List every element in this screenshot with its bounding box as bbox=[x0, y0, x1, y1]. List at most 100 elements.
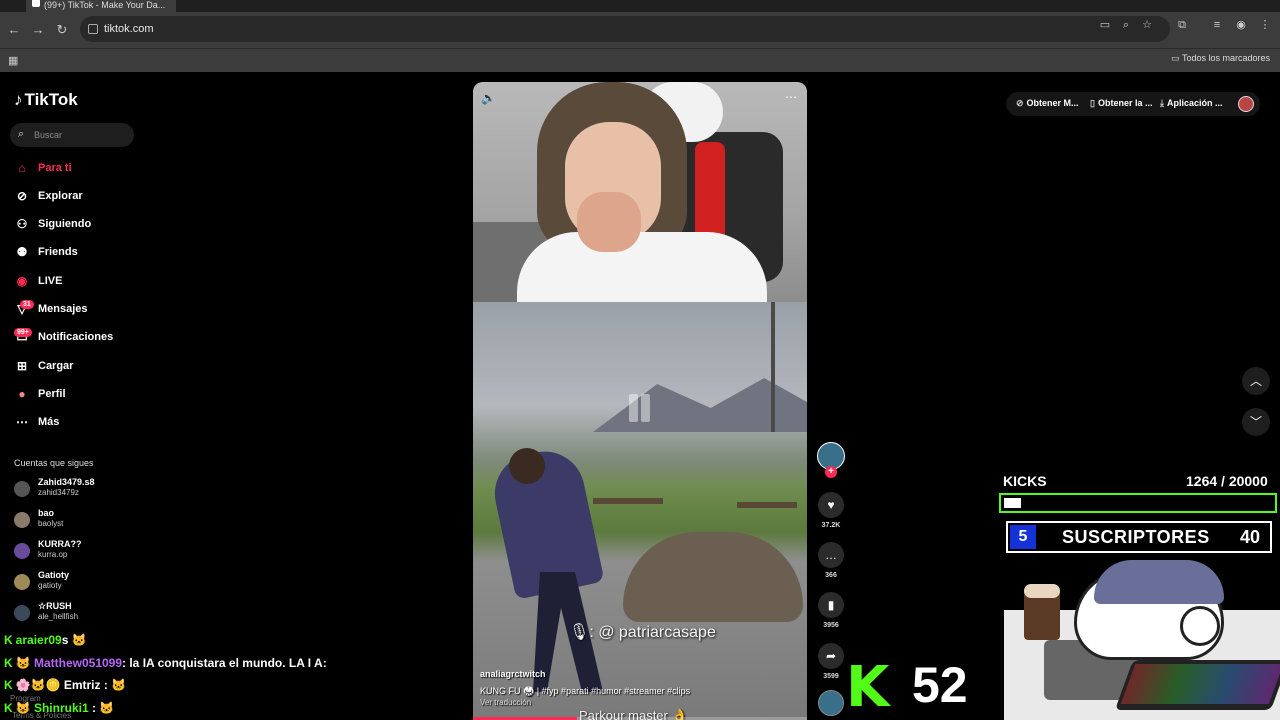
sidebar-item-live[interactable]: ◉ LIVE bbox=[14, 273, 144, 291]
comment-icon[interactable]: … bbox=[818, 542, 844, 568]
avatar bbox=[14, 512, 30, 528]
zoom-icon[interactable]: ⌕ bbox=[1119, 18, 1133, 32]
nav-label: Mensajes bbox=[38, 303, 88, 315]
following-accounts-title: Cuentas que sigues bbox=[14, 458, 94, 468]
user-avatar[interactable] bbox=[1238, 96, 1254, 112]
pole bbox=[771, 302, 775, 432]
chat-message: K 😺 Shinruki1 : 🐱 bbox=[4, 701, 114, 715]
reload-icon[interactable]: ↻ bbox=[54, 22, 70, 38]
apps-grid-icon[interactable]: ▦ bbox=[8, 54, 18, 67]
live-icon: ◉ bbox=[16, 274, 28, 288]
more-options-icon[interactable]: ⋯ bbox=[785, 90, 797, 104]
nav-label: LIVE bbox=[38, 275, 63, 287]
sidebar-item-perfil[interactable]: ● Perfil bbox=[14, 386, 144, 404]
bookmark-icon[interactable]: ▮ bbox=[818, 592, 844, 618]
bookmark-star-icon[interactable]: ☆ bbox=[1140, 18, 1154, 32]
music-disc-avatar[interactable] bbox=[818, 690, 844, 716]
forward-icon[interactable]: → bbox=[30, 22, 46, 38]
sidebar-item-siguiendo[interactable]: ⚇ Siguiendo bbox=[14, 216, 144, 234]
kicks-goal-bar bbox=[999, 493, 1277, 513]
subscribers-goal-value: 40 bbox=[1239, 527, 1260, 547]
nav-label: Notificaciones bbox=[38, 331, 114, 343]
search-placeholder: Buscar bbox=[34, 130, 63, 140]
pill-label: Obtener M... bbox=[1026, 98, 1079, 108]
sidebar-item-explorar[interactable]: ⊘ Explorar bbox=[14, 188, 144, 206]
mic-icon: 🎙 bbox=[569, 624, 590, 641]
video-caption: KUNG FU 🥋 | #fyp #parati #humor #streame… bbox=[480, 686, 691, 696]
install-icon[interactable]: ▭ bbox=[1098, 18, 1112, 32]
followed-account[interactable]: KURRA?? kurra.op bbox=[14, 539, 144, 565]
all-bookmarks-label: Todos los marcadores bbox=[1181, 53, 1270, 63]
extensions-icon[interactable]: ⧉ bbox=[1175, 18, 1189, 32]
chevron-up-icon: ︿ bbox=[1249, 374, 1262, 388]
followed-account[interactable]: bao baolyst bbox=[14, 508, 144, 534]
account-name: ☆RUSH bbox=[38, 601, 72, 611]
media-icon[interactable]: ≡ bbox=[1210, 18, 1224, 32]
url-text[interactable]: tiktok.com bbox=[104, 23, 154, 35]
pause-icon[interactable] bbox=[619, 388, 659, 428]
browser-toolbar: ← → ↻ tiktok.com bbox=[0, 12, 1280, 48]
kick-badge-icon: K bbox=[4, 656, 13, 670]
volume-icon[interactable]: 🔈 bbox=[481, 91, 496, 105]
share-icon[interactable]: ➦ bbox=[818, 643, 844, 669]
followed-account[interactable]: Gatioty gatioty bbox=[14, 570, 144, 596]
next-video-button[interactable]: ﹀ bbox=[1242, 408, 1270, 436]
chat-user: araier09 bbox=[15, 633, 62, 647]
viewer-count: 52 bbox=[912, 657, 968, 713]
account-handle: kurra.op bbox=[38, 550, 68, 559]
kicks-label: KICKS bbox=[1003, 473, 1047, 489]
browser-tab-bar: (99+) TikTok - Make Your Da... bbox=[0, 0, 1280, 12]
sidebar-item-mas[interactable]: ⋯ Más bbox=[14, 414, 144, 432]
logo-text: TikTok bbox=[24, 90, 78, 109]
desktop-app-button[interactable]: ⤓ Aplicación ... bbox=[1160, 98, 1223, 109]
menu-icon[interactable]: ⋮ bbox=[1258, 18, 1272, 32]
follow-plus-icon[interactable]: + bbox=[825, 466, 837, 478]
sidebar-item-friends[interactable]: ⚉ Friends bbox=[14, 244, 144, 262]
comment-count: 366 bbox=[825, 572, 837, 579]
like-action[interactable]: ♥ 37.2K bbox=[818, 492, 844, 529]
overlay-tag-text: : @ patriarcasape bbox=[589, 624, 716, 641]
address-bar[interactable]: tiktok.com bbox=[80, 16, 1170, 42]
badges-icon: 🌸🐱🪙 bbox=[15, 678, 61, 692]
all-bookmarks-button[interactable]: ▭ Todos los marcadores bbox=[1171, 53, 1270, 64]
bookmarks-bar: ▦ ▭ Todos los marcadores bbox=[0, 48, 1280, 72]
sidebar-item-cargar[interactable]: ⊞ Cargar bbox=[14, 358, 144, 376]
followed-account[interactable]: ☆RUSH ale_hellfish bbox=[14, 601, 144, 627]
browser-tab[interactable]: (99+) TikTok - Make Your Da... bbox=[26, 0, 176, 12]
share-action[interactable]: ➦ 3599 bbox=[818, 643, 844, 680]
subscribers-label: SUSCRIPTORES bbox=[1062, 527, 1210, 547]
profile-avatar-icon[interactable]: ◉ bbox=[1234, 18, 1248, 32]
back-icon[interactable]: ← bbox=[6, 22, 22, 38]
video-player[interactable]: 🔈 ⋯ 🎙: @ patriarcasape analiagrctwitch K… bbox=[473, 82, 807, 720]
person-head bbox=[509, 448, 545, 484]
kicks-goal-fill bbox=[1004, 498, 1022, 508]
rock bbox=[623, 532, 803, 622]
cat-emote-icon: 😺 bbox=[15, 701, 31, 715]
comment-action[interactable]: … 366 bbox=[818, 542, 844, 579]
get-coins-button[interactable]: ⊘ Obtener M... bbox=[1016, 98, 1079, 109]
get-app-button[interactable]: ▯ Obtener la ... bbox=[1090, 98, 1152, 109]
heart-icon[interactable]: ♥ bbox=[818, 492, 844, 518]
translate-link[interactable]: Ver traducción bbox=[480, 698, 531, 707]
sidebar-item-notificaciones[interactable]: ▭ Notificaciones bbox=[14, 329, 144, 347]
facecam-video bbox=[473, 82, 807, 312]
followed-account[interactable]: Zahid3479.s8 zahid3479z bbox=[14, 477, 144, 503]
save-action[interactable]: ▮ 3956 bbox=[818, 592, 844, 629]
chat-user: Matthew051099 bbox=[33, 656, 123, 670]
sidebar-item-para-ti[interactable]: ⌂ Para ti bbox=[14, 160, 144, 178]
site-info-icon[interactable] bbox=[88, 24, 98, 34]
previous-video-button[interactable]: ︿ bbox=[1242, 367, 1270, 395]
subscribers-goal: 5 SUSCRIPTORES 40 bbox=[1006, 521, 1272, 553]
search-input[interactable]: ⌕ Buscar bbox=[10, 123, 134, 147]
friends-icon: ⚉ bbox=[16, 245, 28, 259]
nav-label: Para ti bbox=[38, 162, 72, 174]
video-author[interactable]: analiagrctwitch bbox=[480, 669, 546, 679]
download-icon: ⤓ bbox=[1160, 98, 1164, 108]
tiktok-logo[interactable]: ♪ TikTok bbox=[14, 90, 78, 110]
phone-icon: ▯ bbox=[1090, 98, 1095, 108]
avatar bbox=[14, 543, 30, 559]
mascot-hat bbox=[1094, 560, 1224, 604]
chat-text: : la IA conquistara el mundo. LA I A: bbox=[122, 656, 327, 670]
streamer-mascot-image bbox=[1004, 560, 1280, 720]
cat-emote-icon: 🐱 bbox=[71, 633, 87, 647]
